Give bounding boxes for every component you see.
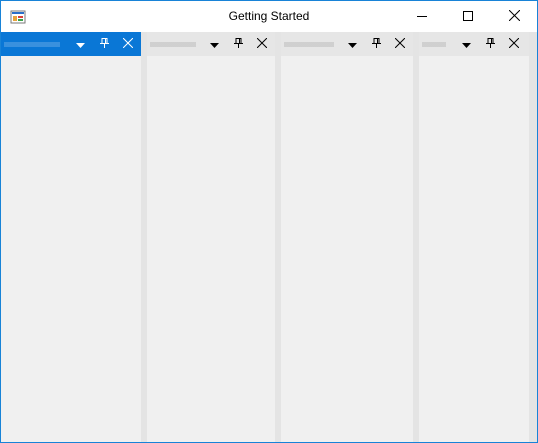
dock-panel-4[interactable] [419, 32, 529, 442]
close-button[interactable] [491, 1, 537, 32]
panel-2-close-button[interactable] [255, 37, 269, 51]
panel-splitter[interactable] [529, 32, 537, 442]
close-icon [256, 35, 268, 53]
panel-1-pin-button[interactable] [97, 37, 111, 51]
dock-panel-1[interactable] [1, 32, 141, 442]
maximize-button[interactable] [445, 1, 491, 32]
panel-4-close-button[interactable] [507, 37, 521, 51]
panel-1-dropdown-button[interactable] [73, 37, 87, 51]
panel-3-close-button[interactable] [393, 37, 407, 51]
main-window: Getting Started [0, 0, 538, 443]
dock-panel-3[interactable] [281, 32, 413, 442]
panel-2-dropdown-button[interactable] [207, 37, 221, 51]
pin-icon [99, 35, 109, 53]
dock-panel-4-header[interactable] [419, 32, 529, 56]
pin-icon [485, 35, 495, 53]
minimize-button[interactable] [399, 1, 445, 32]
drag-grip[interactable] [422, 42, 446, 47]
dropdown-arrow-icon [461, 35, 471, 53]
panel-3-pin-button[interactable] [369, 37, 383, 51]
dock-panel-3-header[interactable] [281, 32, 413, 56]
title-bar[interactable]: Getting Started [1, 1, 537, 32]
dock-panel-1-header[interactable] [1, 32, 141, 56]
dock-panel-2[interactable] [147, 32, 275, 442]
drag-grip[interactable] [284, 42, 334, 47]
dock-area [1, 32, 537, 442]
drag-grip[interactable] [150, 42, 196, 47]
minimize-icon [417, 8, 427, 26]
panel-2-pin-button[interactable] [231, 37, 245, 51]
pin-icon [371, 35, 381, 53]
dock-panel-2-header[interactable] [147, 32, 275, 56]
close-icon [122, 35, 134, 53]
dropdown-arrow-icon [75, 35, 85, 53]
panel-3-dropdown-button[interactable] [345, 37, 359, 51]
drag-grip[interactable] [4, 42, 60, 47]
dropdown-arrow-icon [209, 35, 219, 53]
close-icon [508, 8, 520, 26]
panel-4-pin-button[interactable] [483, 37, 497, 51]
close-icon [508, 35, 520, 53]
pin-icon [233, 35, 243, 53]
panel-1-close-button[interactable] [121, 37, 135, 51]
close-icon [394, 35, 406, 53]
panel-4-dropdown-button[interactable] [459, 37, 473, 51]
dropdown-arrow-icon [347, 35, 357, 53]
maximize-icon [463, 8, 473, 26]
